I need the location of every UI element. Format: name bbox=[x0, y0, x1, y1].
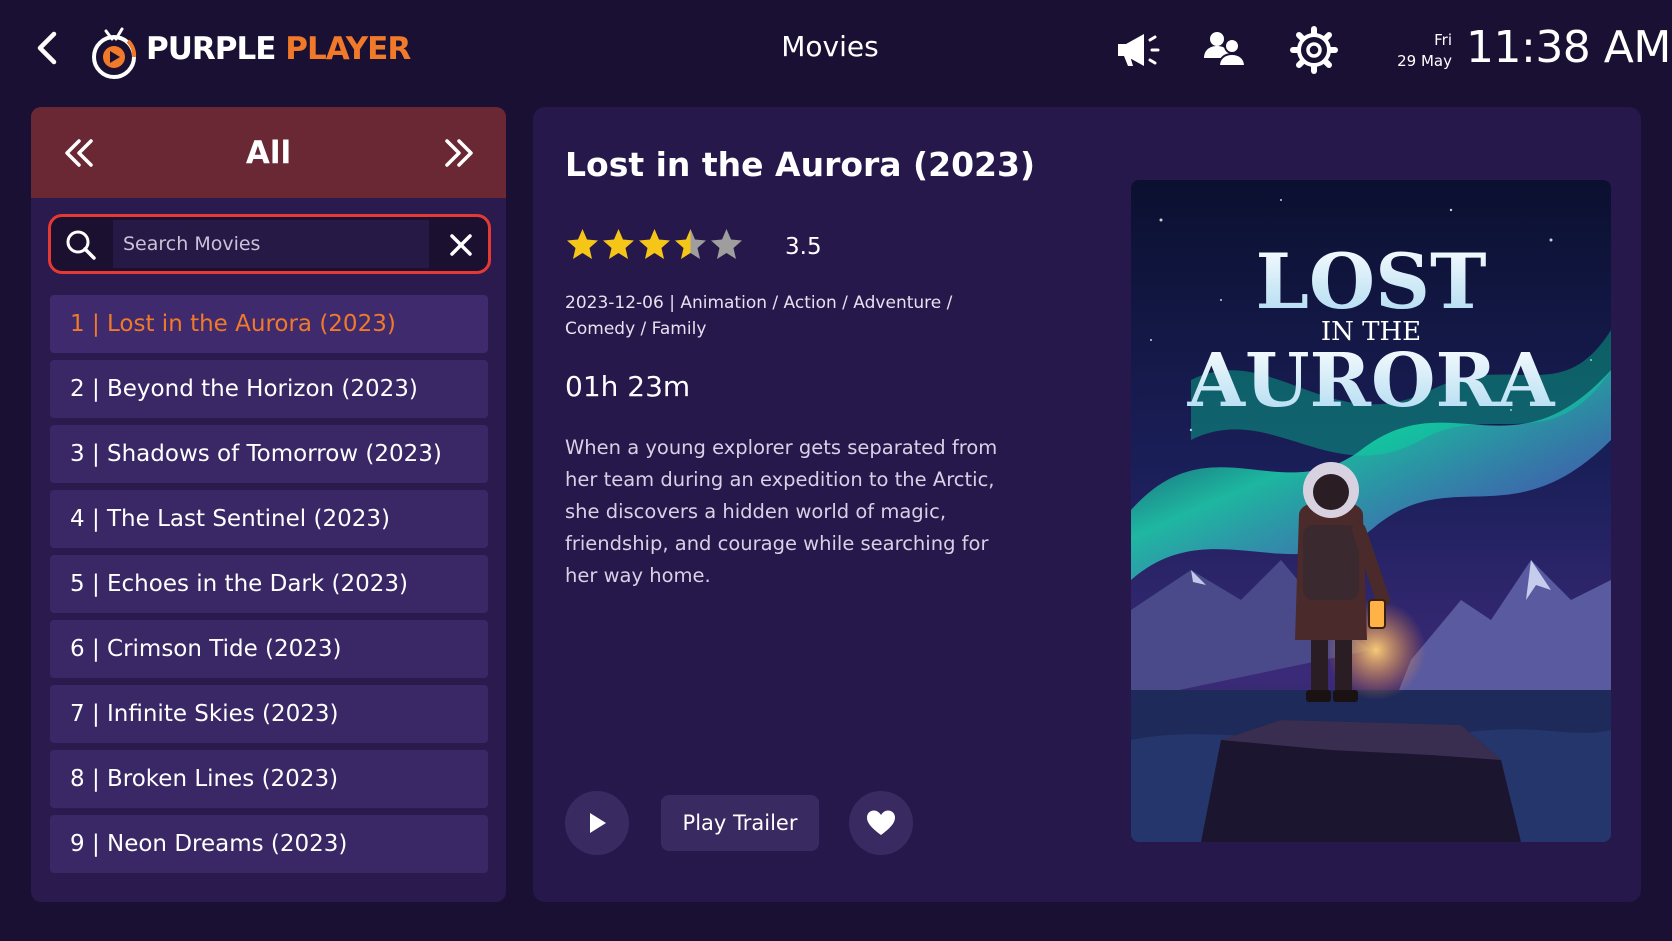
logo-text-player: PLAYER bbox=[285, 31, 411, 67]
star-half-icon bbox=[675, 229, 706, 259]
poster-title-line3: AURORA bbox=[1187, 338, 1556, 424]
clear-search-icon[interactable] bbox=[447, 231, 475, 259]
megaphone-icon[interactable] bbox=[1110, 24, 1162, 76]
rating-value: 3.5 bbox=[785, 234, 822, 260]
page-title: Movies bbox=[781, 30, 879, 63]
list-item[interactable]: 3 | Shadows of Tomorrow (2023) bbox=[50, 425, 488, 483]
list-item[interactable]: 7 | Infinite Skies (2023) bbox=[50, 685, 488, 743]
logo-text: PURPLE PLAYER bbox=[146, 31, 411, 67]
day-label: Fri bbox=[1434, 31, 1452, 49]
list-item[interactable]: 4 | The Last Sentinel (2023) bbox=[50, 490, 488, 548]
movie-list: 1 | Lost in the Aurora (2023) 2 | Beyond… bbox=[50, 295, 488, 880]
tv-play-logo-icon bbox=[92, 27, 137, 79]
movie-plot: When a young explorer gets separated fro… bbox=[565, 436, 998, 587]
star-full-icon bbox=[567, 229, 598, 259]
list-item[interactable]: 8 | Broken Lines (2023) bbox=[50, 750, 488, 808]
app-logo: PURPLE PLAYER bbox=[84, 14, 411, 84]
play-button[interactable] bbox=[565, 791, 629, 855]
movie-detail-panel: Lost in the Aurora (2023) 3.5 2023-12-06… bbox=[533, 107, 1641, 902]
movie-duration: 01h 23m bbox=[565, 370, 691, 403]
search-icon bbox=[66, 230, 96, 260]
back-arrow-icon[interactable] bbox=[30, 28, 64, 68]
clock: 11:38 AM bbox=[1466, 22, 1671, 73]
star-full-icon bbox=[603, 229, 634, 259]
previous-category-icon[interactable] bbox=[59, 133, 99, 173]
heart-icon bbox=[867, 810, 895, 835]
date-display: Fri 29 May bbox=[1380, 30, 1452, 72]
list-item[interactable]: 5 | Echoes in the Dark (2023) bbox=[50, 555, 488, 613]
star-full-icon bbox=[639, 229, 670, 259]
movie-poster: LOST IN THE AURORA bbox=[1131, 180, 1611, 842]
category-title: All bbox=[245, 134, 292, 171]
list-item[interactable]: 2 | Beyond the Horizon (2023) bbox=[50, 360, 488, 418]
list-item-selected[interactable]: 1 | Lost in the Aurora (2023) bbox=[50, 295, 488, 353]
category-header: All bbox=[31, 107, 506, 198]
meta-genres-cont: Comedy / Family bbox=[565, 319, 707, 339]
meta-date-genres: 2023-12-06 | Animation / Action / Advent… bbox=[565, 293, 953, 313]
favorite-button[interactable] bbox=[849, 791, 913, 855]
star-empty-icon bbox=[711, 229, 742, 259]
movie-title: Lost in the Aurora (2023) bbox=[565, 145, 1036, 184]
search-input[interactable] bbox=[113, 220, 429, 268]
play-icon bbox=[590, 813, 606, 833]
search-box bbox=[48, 214, 491, 274]
list-item[interactable]: 6 | Crimson Tide (2023) bbox=[50, 620, 488, 678]
star-rating bbox=[565, 227, 745, 262]
movie-list-panel: All 1 | Lost in the Aurora (2023) 2 | Be… bbox=[31, 107, 506, 902]
movie-meta: 2023-12-06 | Animation / Action / Advent… bbox=[565, 290, 985, 342]
play-trailer-button[interactable]: Play Trailer bbox=[661, 795, 819, 851]
date-label: 29 May bbox=[1397, 52, 1452, 70]
top-bar: PURPLE PLAYER Movies Fri 29 May 11:38 AM bbox=[0, 0, 1672, 100]
next-category-icon[interactable] bbox=[439, 133, 479, 173]
gear-icon[interactable] bbox=[1288, 24, 1340, 76]
list-item[interactable]: 9 | Neon Dreams (2023) bbox=[50, 815, 488, 873]
poster-title-line1: LOST bbox=[1255, 237, 1486, 326]
logo-text-purple: PURPLE bbox=[146, 31, 276, 67]
users-icon[interactable] bbox=[1198, 24, 1250, 76]
